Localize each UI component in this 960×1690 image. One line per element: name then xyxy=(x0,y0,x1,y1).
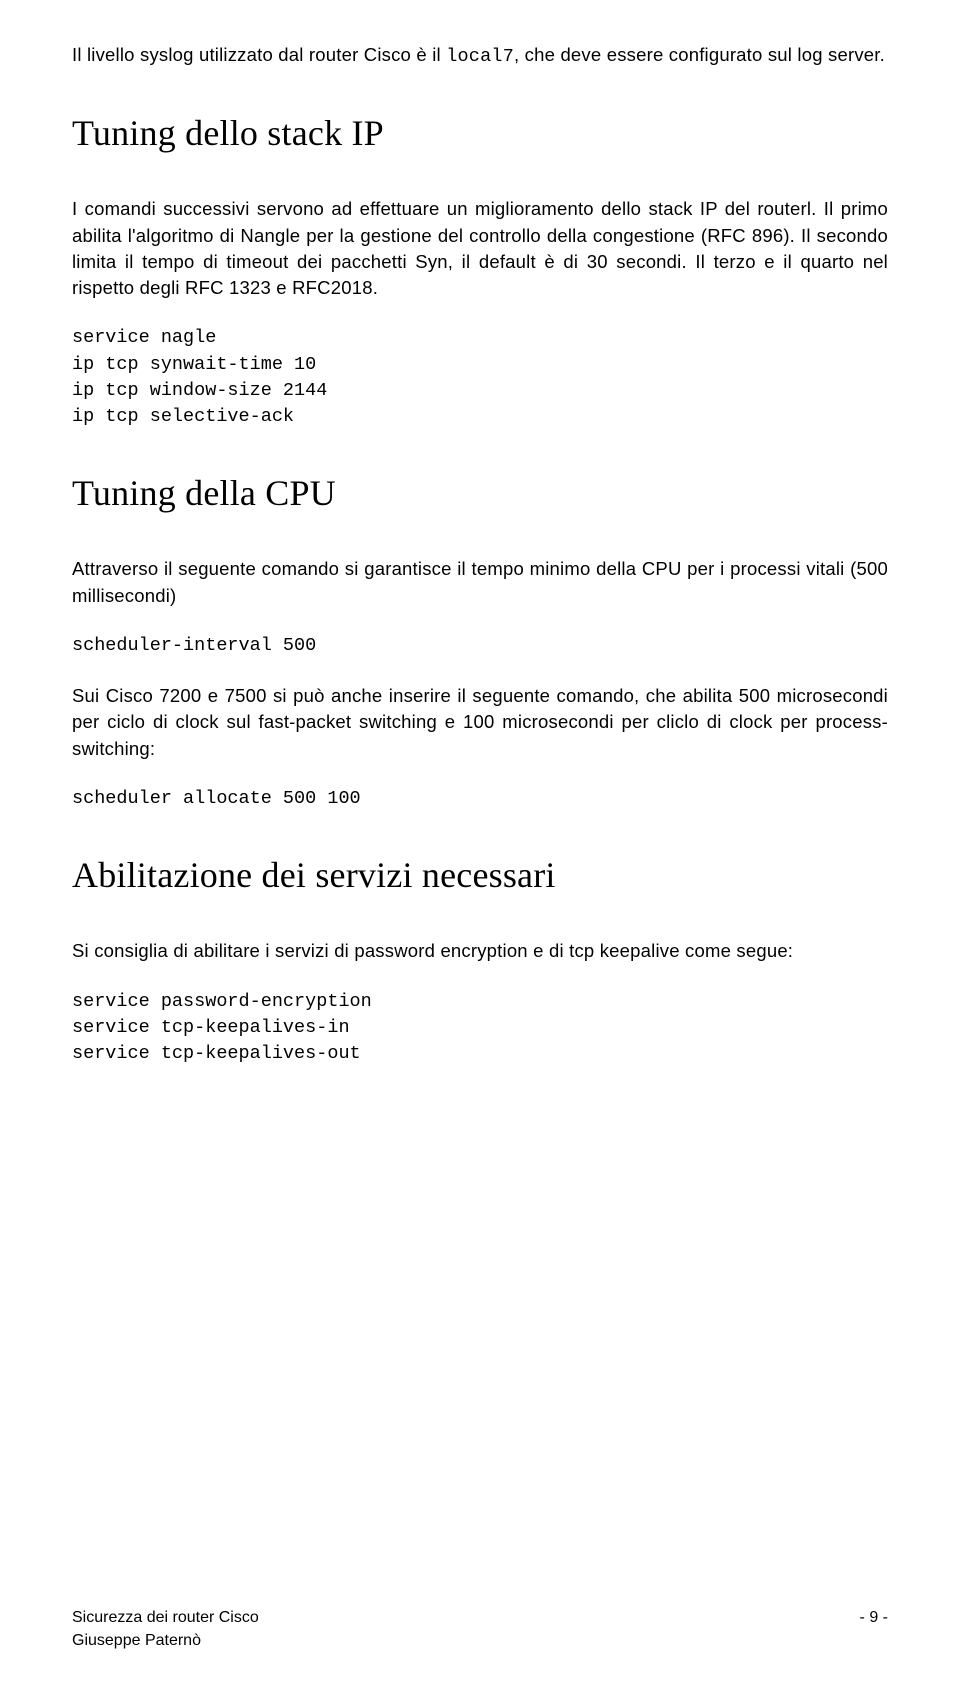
tuning-cpu-paragraph-1: Attraverso il seguente comando si garant… xyxy=(72,556,888,609)
intro-code-local7: local7 xyxy=(446,46,514,67)
footer-author: Giuseppe Paternò xyxy=(72,1630,259,1652)
tuning-cpu-paragraph-2: Sui Cisco 7200 e 7500 si può anche inser… xyxy=(72,683,888,762)
intro-text-post: , che deve essere configurato sul log se… xyxy=(514,44,885,65)
intro-text-pre: Il livello syslog utilizzato dal router … xyxy=(72,44,446,65)
tuning-cpu-code-2: scheduler allocate 500 100 xyxy=(72,786,888,812)
servizi-paragraph: Si consiglia di abilitare i servizi di p… xyxy=(72,938,888,964)
footer-page-number: - 9 - xyxy=(860,1607,888,1629)
heading-tuning-cpu: Tuning della CPU xyxy=(72,472,888,514)
heading-tuning-stack-ip: Tuning dello stack IP xyxy=(72,112,888,154)
footer-doc-title: Sicurezza dei router Cisco xyxy=(72,1607,259,1629)
tuning-ip-paragraph: I comandi successivi servono ad effettua… xyxy=(72,196,888,301)
page-footer: Sicurezza dei router Cisco Giuseppe Pate… xyxy=(72,1607,888,1652)
intro-paragraph: Il livello syslog utilizzato dal router … xyxy=(72,42,888,70)
tuning-cpu-code-1: scheduler-interval 500 xyxy=(72,633,888,659)
heading-abilitazione-servizi: Abilitazione dei servizi necessari xyxy=(72,854,888,896)
tuning-ip-code-block: service nagle ip tcp synwait-time 10 ip … xyxy=(72,325,888,430)
footer-left-block: Sicurezza dei router Cisco Giuseppe Pate… xyxy=(72,1607,259,1652)
servizi-code-block: service password-encryption service tcp-… xyxy=(72,989,888,1068)
